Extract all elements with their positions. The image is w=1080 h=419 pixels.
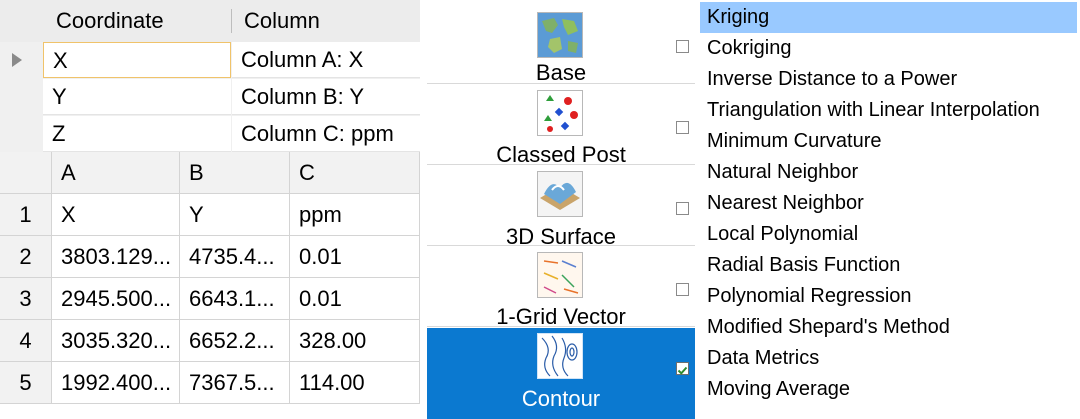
column-cell-text: Column A: X [241,47,364,72]
column-cell[interactable]: Column C: ppm [232,116,420,152]
method-item-minimum-curvature[interactable]: Minimum Curvature [700,126,881,157]
cell-a[interactable]: 2945.500... [52,278,180,320]
method-item-data-metrics[interactable]: Data Metrics [700,343,819,374]
coordinate-row-z[interactable]: Z Column C: ppm [0,116,420,152]
table-row[interactable]: 4 3035.320... 6652.2... 328.00 [0,320,420,362]
table-row[interactable]: 2 3803.129... 4735.4... 0.01 [0,236,420,278]
cell-a[interactable]: 3803.129... [52,236,180,278]
cell-c[interactable]: 114.00 [290,362,420,404]
map-type-1-grid-vector[interactable]: 1-Grid Vector [427,247,695,329]
cell-a[interactable]: 3035.320... [52,320,180,362]
map-type-checkbox[interactable] [676,283,689,296]
map-type-classed-post[interactable]: Classed Post [427,85,695,167]
row-indicator [0,116,42,152]
method-item-kriging[interactable]: Kriging [700,2,1077,33]
checkmark-icon [677,366,688,375]
map-type-checkbox[interactable] [676,362,689,375]
coordinate-cell[interactable]: Z [43,116,231,152]
map-type-list: Base Classed Post 3D Surface 1-Grid Vect… [427,0,695,419]
header-divider [231,9,232,33]
current-row-arrow-icon [12,53,22,67]
method-item-local-polynomial[interactable]: Local Polynomial [700,219,858,250]
column-cell[interactable]: Column A: X [232,42,420,78]
map-type-label: Contour [521,386,601,411]
method-item-radial-basis[interactable]: Radial Basis Function [700,250,900,281]
method-item-natural-neighbor[interactable]: Natural Neighbor [700,157,858,188]
column-cell-text: Column B: Y [241,84,365,109]
worksheet-header-row: A B C [0,152,420,194]
surface-3d-icon [537,171,583,217]
cell-b[interactable]: Y [180,194,290,236]
row-number[interactable]: 4 [0,320,52,362]
cell-b[interactable]: 7367.5... [180,362,290,404]
row-indicator [0,42,42,78]
map-type-label: Classed Post [496,142,626,167]
map-type-contour[interactable]: Contour [427,328,695,419]
vector-arrows-icon [537,252,583,298]
method-item-nearest-neighbor[interactable]: Nearest Neighbor [700,188,864,219]
column-column-header[interactable]: Column [244,0,320,42]
coordinate-row-x[interactable]: X Column A: X [0,42,420,78]
cell-c[interactable]: 0.01 [290,278,420,320]
cell-a[interactable]: X [52,194,180,236]
column-header-c[interactable]: C [290,152,420,194]
row-number[interactable]: 1 [0,194,52,236]
method-item-cokriging[interactable]: Cokriging [700,33,791,64]
map-type-base[interactable]: Base [427,4,695,85]
cell-b[interactable]: 6643.1... [180,278,290,320]
worksheet-corner[interactable] [0,152,52,194]
data-worksheet: A B C 1 X Y ppm 2 3803.129... 4735.4... … [0,152,420,419]
row-number[interactable]: 5 [0,362,52,404]
coordinate-row-y[interactable]: Y Column B: Y [0,79,420,115]
column-cell-text: Column C: ppm [241,121,394,146]
method-item-polynomial-regression[interactable]: Polynomial Regression [700,281,912,312]
gridding-method-list: Kriging Cokriging Inverse Distance to a … [700,0,1080,419]
column-cell[interactable]: Column B: Y [232,79,420,115]
cell-c[interactable]: 328.00 [290,320,420,362]
coordinate-cell-text: Y [52,84,67,109]
coordinate-mapping-grid: Coordinate Column X Column A: X Y Column… [0,0,420,153]
map-type-checkbox[interactable] [676,40,689,53]
map-type-3d-surface[interactable]: 3D Surface [427,166,695,249]
coordinate-cell[interactable]: Y [43,79,231,115]
coordinate-cell-text: X [53,48,68,73]
globe-map-icon [537,12,583,58]
table-row[interactable]: 5 1992.400... 7367.5... 114.00 [0,362,420,404]
cell-a[interactable]: 1992.400... [52,362,180,404]
coordinate-cell-text: Z [52,121,66,146]
classed-post-icon [537,90,583,136]
coordinate-cell[interactable]: X [43,42,231,78]
cell-c[interactable]: 0.01 [290,236,420,278]
method-item-inverse-distance[interactable]: Inverse Distance to a Power [700,64,957,95]
row-number[interactable]: 2 [0,236,52,278]
map-type-checkbox[interactable] [676,202,689,215]
coordinate-column-header[interactable]: Coordinate [56,0,164,42]
method-item-triangulation[interactable]: Triangulation with Linear Interpolation [700,95,1040,126]
cell-b[interactable]: 4735.4... [180,236,290,278]
contour-lines-icon [537,333,583,379]
coordinate-grid-header: Coordinate Column [0,0,420,42]
method-item-modified-shepard[interactable]: Modified Shepard's Method [700,312,950,343]
column-header-b[interactable]: B [180,152,290,194]
cell-c[interactable]: ppm [290,194,420,236]
column-header-a[interactable]: A [52,152,180,194]
cell-b[interactable]: 6652.2... [180,320,290,362]
table-row[interactable]: 1 X Y ppm [0,194,420,236]
method-item-moving-average[interactable]: Moving Average [700,374,850,405]
table-row[interactable]: 3 2945.500... 6643.1... 0.01 [0,278,420,320]
row-number[interactable]: 3 [0,278,52,320]
map-type-checkbox[interactable] [676,121,689,134]
map-type-label: Base [535,60,587,85]
row-indicator [0,79,42,115]
map-type-label: 1-Grid Vector [496,304,626,329]
